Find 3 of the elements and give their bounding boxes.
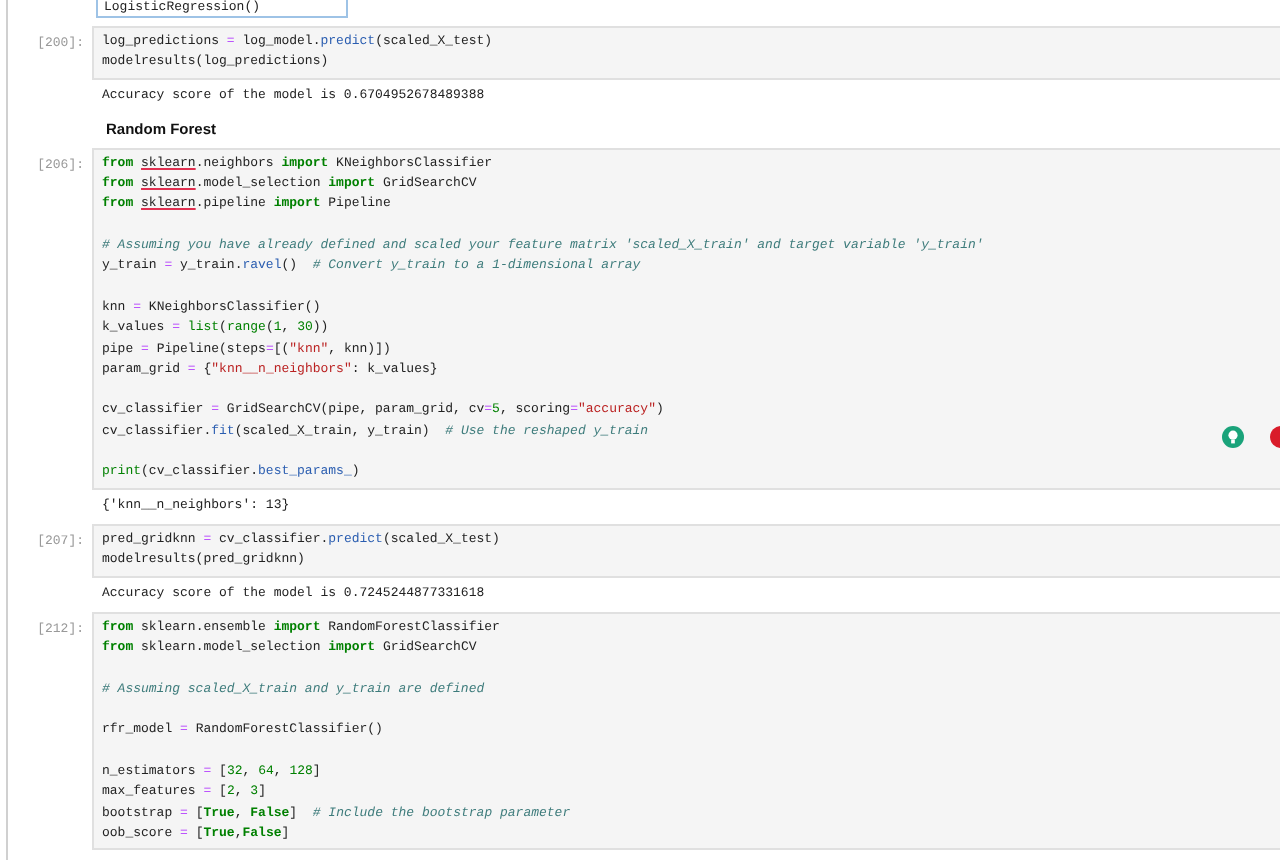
lightbulb-icon[interactable] (1222, 425, 1244, 448)
code-cell[interactable] (92, 611, 1280, 851)
code-cell[interactable] (92, 147, 1280, 490)
